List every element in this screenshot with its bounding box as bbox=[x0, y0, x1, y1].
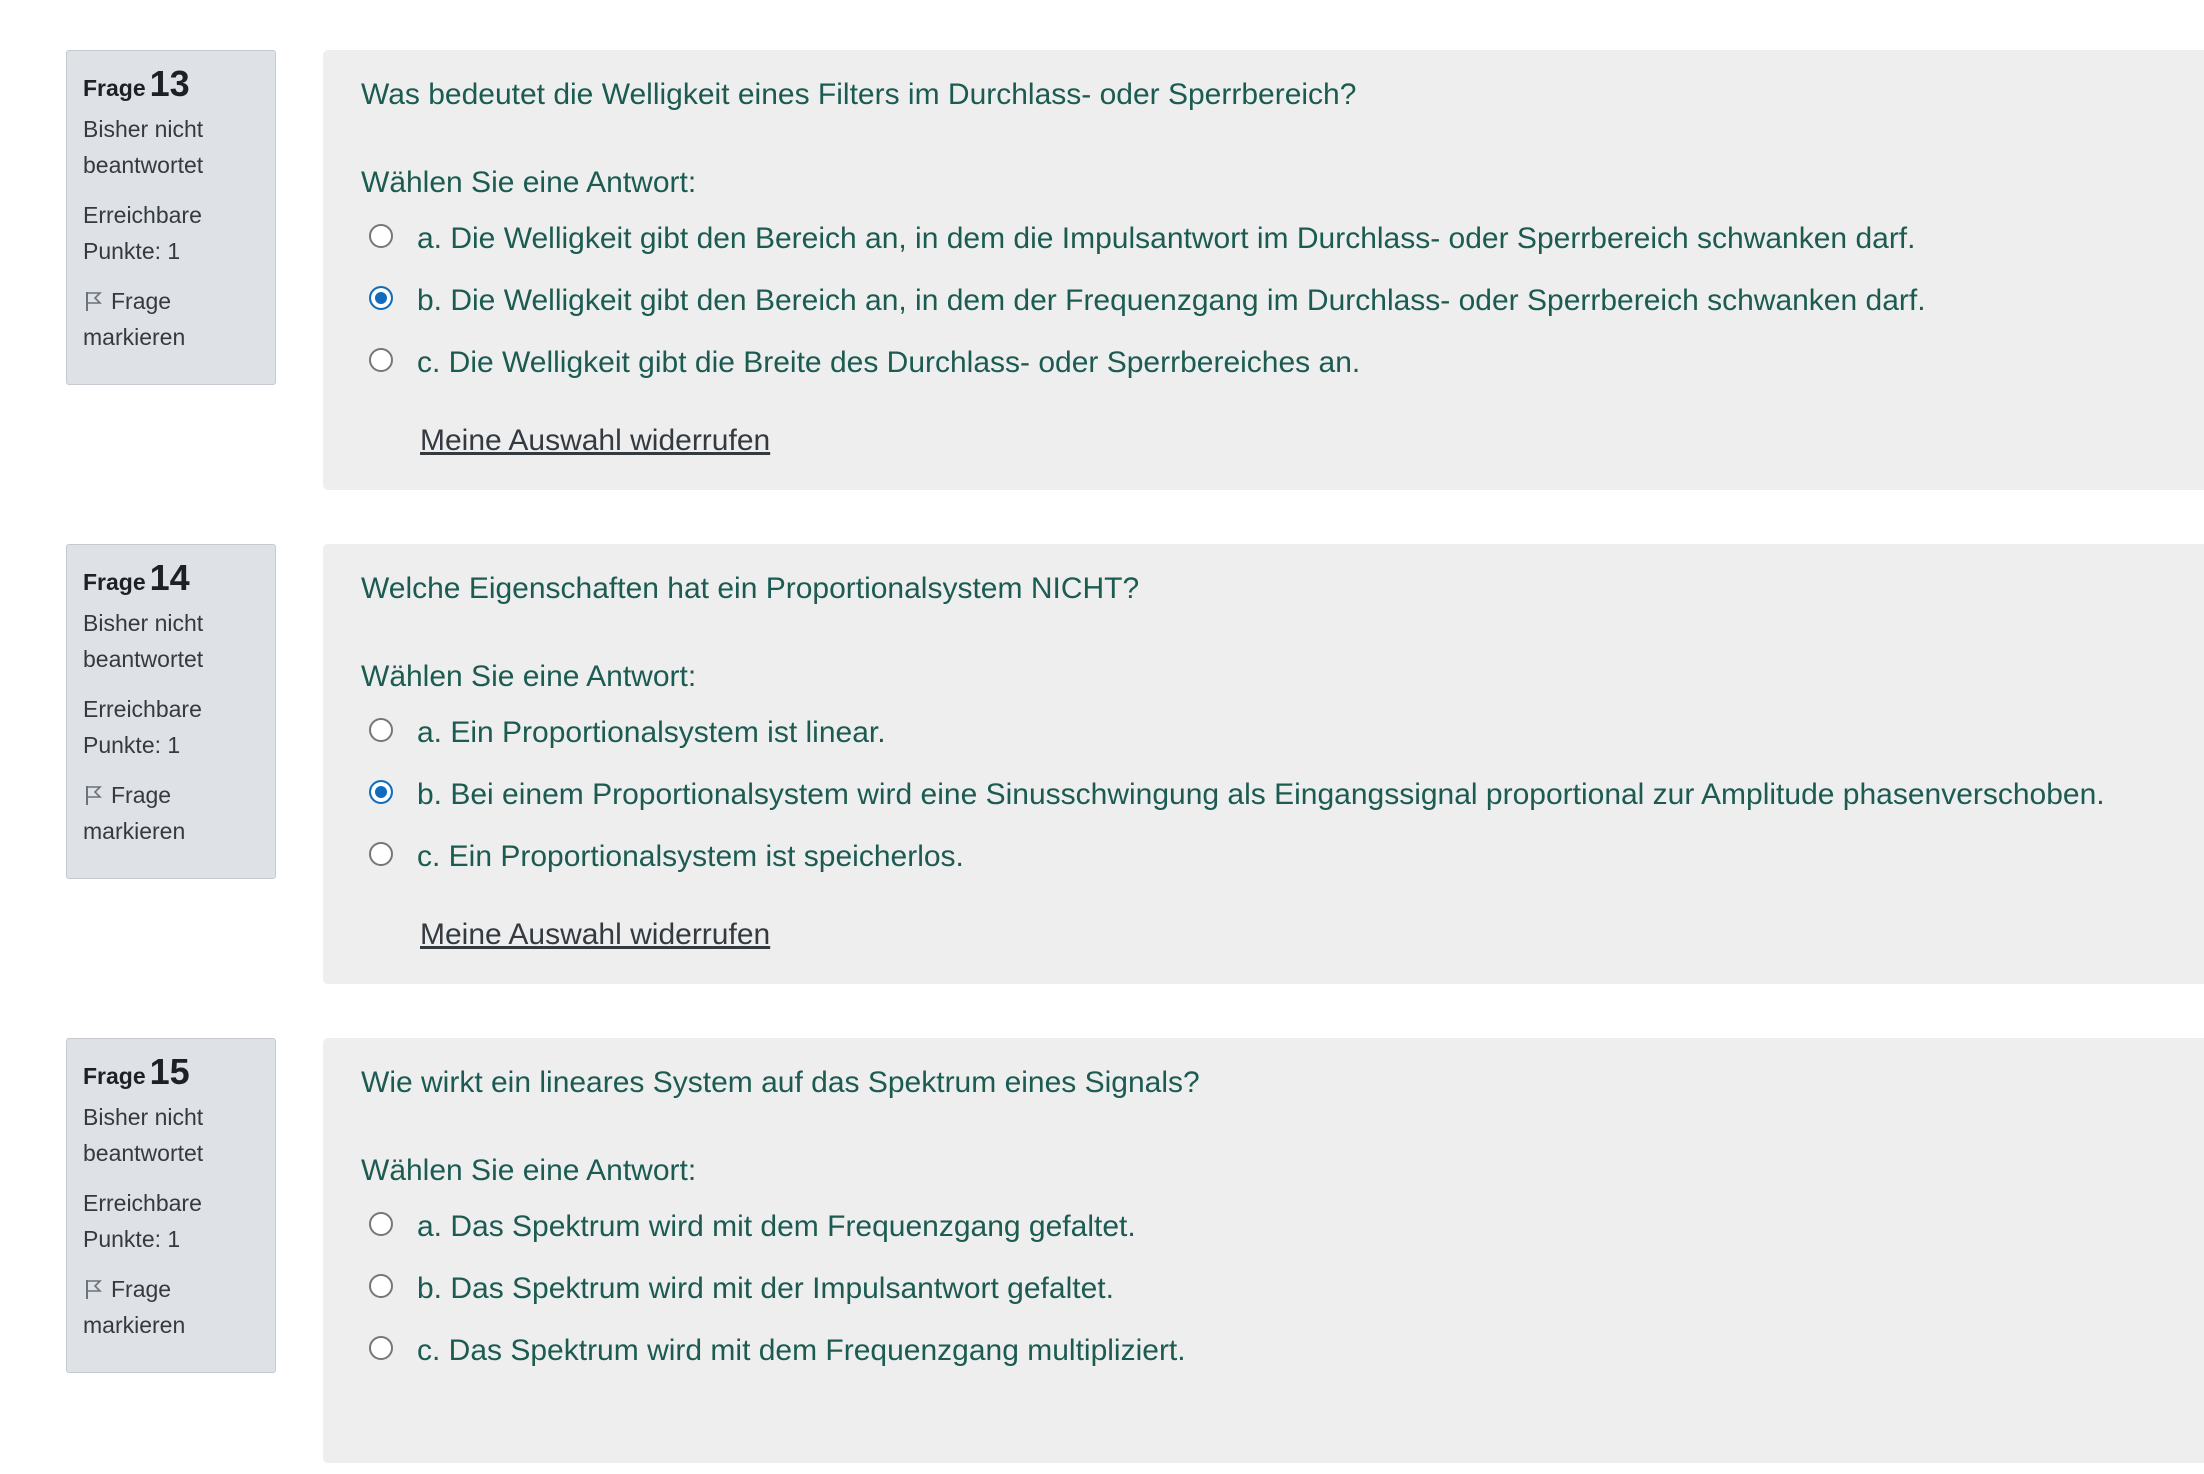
answer-label: b. Das Spektrum wird mit der Impulsantwo… bbox=[417, 1272, 1114, 1305]
radio-button[interactable] bbox=[369, 1336, 393, 1360]
answer-prompt: Wählen Sie eine Antwort: bbox=[361, 1154, 697, 1187]
radio-button[interactable] bbox=[369, 842, 393, 866]
answer-list: a. Die Welligkeit gibt den Bereich an, i… bbox=[361, 208, 2166, 394]
question-content: Was bedeutet die Welligkeit eines Filter… bbox=[323, 50, 2204, 490]
flag-question-button[interactable]: Frage markieren bbox=[83, 777, 259, 849]
question-state: Bisher nicht beantwortet bbox=[83, 610, 204, 672]
clear-choice-link[interactable]: Meine Auswahl widerrufen bbox=[420, 918, 770, 952]
flag-question-button[interactable]: Frage markieren bbox=[83, 283, 259, 355]
question-number-value: 14 bbox=[149, 557, 190, 598]
question-info: Frage 14 Bisher nicht beantwortet Erreich… bbox=[66, 544, 276, 879]
question-grade: Erreichbare Punkte: 1 bbox=[83, 202, 202, 264]
question-content: Wie wirkt ein lineares System auf das Sp… bbox=[323, 1038, 2204, 1463]
answer-label: b. Die Welligkeit gibt den Bereich an, i… bbox=[417, 284, 1926, 317]
radio-button[interactable] bbox=[369, 224, 393, 248]
question-state: Bisher nicht beantwortet bbox=[83, 1104, 204, 1166]
answer-label: c. Die Welligkeit gibt die Breite des Du… bbox=[417, 346, 1361, 379]
question-info: Frage 13 Bisher nicht beantwortet Erreich… bbox=[66, 50, 276, 385]
question-text: Welche Eigenschaften hat ein Proportiona… bbox=[361, 572, 1140, 605]
flag-icon bbox=[86, 292, 102, 311]
answer-option-b[interactable]: b. Das Spektrum wird mit der Impulsantwo… bbox=[361, 1258, 2166, 1320]
answer-option-a[interactable]: a. Das Spektrum wird mit dem Frequenzgan… bbox=[361, 1196, 2166, 1258]
answer-label: b. Bei einem Proportionalsystem wird ein… bbox=[417, 778, 2105, 811]
question-text: Wie wirkt ein lineares System auf das Sp… bbox=[361, 1066, 1200, 1099]
question-content: Welche Eigenschaften hat ein Proportiona… bbox=[323, 544, 2204, 984]
question-number: Frage 14 bbox=[83, 559, 259, 601]
answer-label: c. Das Spektrum wird mit dem Frequenzgan… bbox=[417, 1334, 1186, 1367]
flag-icon bbox=[86, 1280, 102, 1299]
question-number-value: 13 bbox=[149, 63, 190, 104]
answer-label: a. Das Spektrum wird mit dem Frequenzgan… bbox=[417, 1210, 1136, 1243]
radio-button[interactable] bbox=[369, 1212, 393, 1236]
question-grade: Erreichbare Punkte: 1 bbox=[83, 696, 202, 758]
answer-label: a. Ein Proportionalsystem ist linear. bbox=[417, 716, 886, 749]
answer-option-b[interactable]: b. Die Welligkeit gibt den Bereich an, i… bbox=[361, 270, 2166, 332]
answer-option-c[interactable]: c. Das Spektrum wird mit dem Frequenzgan… bbox=[361, 1320, 2166, 1382]
question-15: Frage 15 Bisher nicht beantwortet Erreich… bbox=[0, 988, 2204, 1463]
radio-button[interactable] bbox=[369, 1274, 393, 1298]
answer-prompt: Wählen Sie eine Antwort: bbox=[361, 660, 697, 693]
question-label: Frage bbox=[83, 569, 146, 595]
radio-button[interactable] bbox=[369, 348, 393, 372]
answer-option-c[interactable]: c. Ein Proportionalsystem ist speicherlo… bbox=[361, 826, 2166, 888]
clear-choice-link[interactable]: Meine Auswahl widerrufen bbox=[420, 424, 770, 458]
question-grade: Erreichbare Punkte: 1 bbox=[83, 1190, 202, 1252]
question-state: Bisher nicht beantwortet bbox=[83, 116, 204, 178]
question-number: Frage 15 bbox=[83, 1053, 259, 1095]
question-14: Frage 14 Bisher nicht beantwortet Erreich… bbox=[0, 494, 2204, 984]
answer-prompt: Wählen Sie eine Antwort: bbox=[361, 166, 697, 199]
answer-list: a. Ein Proportionalsystem ist linear. b.… bbox=[361, 702, 2166, 888]
question-label: Frage bbox=[83, 1063, 146, 1089]
question-number: Frage 13 bbox=[83, 65, 259, 107]
answer-label: a. Die Welligkeit gibt den Bereich an, i… bbox=[417, 222, 1916, 255]
answer-option-c[interactable]: c. Die Welligkeit gibt die Breite des Du… bbox=[361, 332, 2166, 394]
answer-label: c. Ein Proportionalsystem ist speicherlo… bbox=[417, 840, 964, 873]
flag-question-button[interactable]: Frage markieren bbox=[83, 1271, 259, 1343]
answer-list: a. Das Spektrum wird mit dem Frequenzgan… bbox=[361, 1196, 2166, 1382]
question-13: Frage 13 Bisher nicht beantwortet Erreich… bbox=[0, 0, 2204, 490]
question-text: Was bedeutet die Welligkeit eines Filter… bbox=[361, 78, 1357, 111]
question-number-value: 15 bbox=[149, 1051, 190, 1092]
answer-option-b[interactable]: b. Bei einem Proportionalsystem wird ein… bbox=[361, 764, 2166, 826]
radio-button-selected[interactable] bbox=[369, 286, 393, 310]
question-info: Frage 15 Bisher nicht beantwortet Erreich… bbox=[66, 1038, 276, 1373]
answer-option-a[interactable]: a. Ein Proportionalsystem ist linear. bbox=[361, 702, 2166, 764]
question-label: Frage bbox=[83, 75, 146, 101]
flag-icon bbox=[86, 786, 102, 805]
answer-option-a[interactable]: a. Die Welligkeit gibt den Bereich an, i… bbox=[361, 208, 2166, 270]
radio-button[interactable] bbox=[369, 718, 393, 742]
radio-button-selected[interactable] bbox=[369, 780, 393, 804]
